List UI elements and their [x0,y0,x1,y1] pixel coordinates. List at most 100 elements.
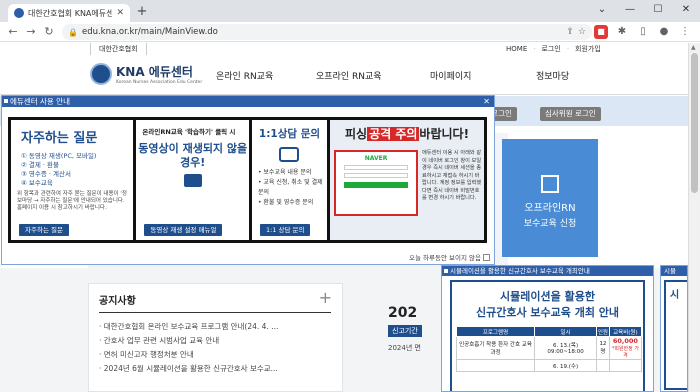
qa-panel: 1:1상담 문의 • 보수교육 내용 문의 • 교육 신청, 취소 및 결제 문… [251,120,327,240]
minimize-button[interactable]: — [616,0,644,20]
scrollbar-thumb[interactable] [691,53,698,193]
chevron-down-icon[interactable]: ⌄ [588,0,616,20]
plus-icon[interactable]: + [319,288,332,307]
notice-item[interactable]: · 2024년 6월 시뮬레이션을 활용한 신규간호사 보수교... [99,362,331,376]
promo-year: 202 [388,305,418,321]
table-header: 프로그램명 [456,326,535,337]
nav-offline-rn[interactable]: 오프라인 RN교육 [316,69,382,82]
edu-guide-popup: 에듀센터 사용 안내 ✕ 자주하는 질문 ① 동영상 재생(PC, 모바일) ②… [1,95,495,265]
reviewer-login-button[interactable]: 심사위원 로그인 [540,107,601,121]
site-logo[interactable]: KNA 에듀센터 Korean Nurses Association Edu C… [90,63,202,85]
reload-button[interactable]: ↻ [42,25,56,39]
popup-titlebar: 에듀센터 사용 안내 ✕ [2,96,494,107]
profile-icon[interactable]: ● [657,25,671,39]
close-window-button[interactable]: ✕ [672,0,700,20]
faq-panel: 자주하는 질문 ① 동영상 재생(PC, 모바일) ② 결제 · 환불 ③ 영수… [11,120,134,240]
extension-icon[interactable]: ■ [594,25,608,39]
signup-link[interactable]: 회원가입 [575,43,601,55]
table-header: 교육비(원) [608,326,643,337]
table-row: 인공호흡기 착용 환자 간호 교육과정 6. 13.(목) 09:00~18:0… [456,336,643,360]
hide-today-option[interactable]: 오늘 하루동안 보이지 않음 [409,252,490,262]
star-icon[interactable]: ☆ [578,27,586,37]
simulation-notice-card[interactable]: 시뮬레이션을 활용한 신규간호사 보수교육 개최 안내 프로그램명 일시 인원 … [450,280,645,391]
lock-icon: 🔒 [68,27,78,37]
video-icon [183,174,202,187]
site-header: KNA 에듀센터 Korean Nurses Association Edu C… [0,55,688,95]
close-icon[interactable]: ✕ [483,96,490,107]
tab-title: 대한간호협회 KNA에듀센터 (교 [28,8,113,18]
offline-card-line1: 오프라인RN [524,203,576,214]
building-icon [541,175,559,193]
logo-subtext: Korean Nurses Association Edu Center [116,80,203,85]
share-icon[interactable]: ⇪ [566,27,574,37]
divider: · [566,45,570,53]
kna-emblem-icon [90,63,112,85]
scroll-up-icon[interactable]: ▲ [691,44,696,51]
offline-rn-card[interactable]: 오프라인RN 보수교육 신청 [502,139,598,257]
fake-login-button [344,182,408,188]
popup-title: 시뮬 [661,266,687,276]
window-controls: ⌄ — ☐ ✕ [588,0,700,20]
notice-panel: 공지사항 + · 대한간호협회 온라인 보수교육 프로그램 안내(24. 4. … [88,283,343,392]
table-header: 일시 [533,326,598,337]
fake-input [344,173,408,178]
promo-tag: 신고기간 [388,325,422,337]
browser-tab[interactable]: 대한간호협회 KNA에듀센터 (교 ✕ [8,4,130,22]
hide-today-label: 오늘 하루동안 보이지 않음 [409,254,481,262]
notice-heading-2: 신규간호사 보수교육 개최 안내 [475,306,620,319]
table-row: 6. 19.(수) [456,359,643,372]
forward-button[interactable]: → [24,25,38,39]
hide-today-checkbox[interactable] [483,253,490,261]
nav-online-rn[interactable]: 온라인 RN교육 [216,69,273,82]
side-popup: 시뮬 시 [660,265,688,392]
promo-sub: 2024년 면 [388,344,421,352]
qa-button[interactable]: 1:1 상담 문의 [259,224,311,236]
sidebar-icon[interactable]: ▯ [636,25,650,39]
faq-list-item: ② 결제 · 환불 [21,161,60,169]
qa-list-item: • 보수교육 내용 문의 [257,169,312,176]
notice-item[interactable]: · 간호사 업무 관련 시범사업 교육 안내 [99,334,331,348]
divider: · [533,45,536,53]
chat-icon [279,147,300,162]
naver-logo: NAVER [364,155,388,162]
side-popup-body[interactable]: 시 [664,280,687,390]
video-top-text: 온라인RN교육 '학습하기' 클릭 시 [142,128,236,136]
nav-info[interactable]: 정보마당 [536,69,569,82]
window-icon [444,269,448,273]
url-text[interactable]: edu.kna.or.kr/main/MainView.do [82,27,562,37]
maximize-button[interactable]: ☐ [644,0,672,20]
popup-content: 자주하는 질문 ① 동영상 재생(PC, 모바일) ② 결제 · 환불 ③ 영수… [8,117,487,243]
utility-bar: 대한간호협회 HOME · 로그인 · 회원가입 [0,43,688,55]
notice-item[interactable]: · 대한간호협회 온라인 보수교육 프로그램 안내(24. 4. ... [99,320,331,334]
fake-input [344,165,408,170]
puzzle-icon[interactable]: ✱ [615,25,629,39]
menu-icon[interactable]: ⋮ [678,25,692,39]
window-icon [4,99,8,103]
back-button[interactable]: ← [6,25,20,39]
home-link[interactable]: HOME [506,43,527,55]
schedule-table: 프로그램명 일시 인원 교육비(원) 인공호흡기 착용 환자 간호 교육과정 6… [456,326,643,372]
address-bar[interactable]: 🔒 edu.kna.or.kr/main/MainView.do ⇪ ☆ [62,24,592,40]
logo-text: KNA 에듀센터 [116,65,193,79]
popup-titlebar: 시뮬레이션을 활용한 신규간호사 보수교육 개최안내 [442,266,653,276]
faq-list-item: ① 동영상 재생(PC, 모바일) [21,152,97,160]
phishing-panel: 피싱 공격 주의 바랍니다! NAVER 에듀센터 이용 시 아래와 같이 네이버 … [330,120,485,240]
nav-mypage[interactable]: 마이페이지 [430,69,471,82]
video-manual-button[interactable]: 동영상 재생 설정 매뉴얼 [144,224,223,236]
faq-description: 위 항목과 관련하여 자주 묻는 질문이 내용이 '정보마당 → 자주하는 질문… [17,191,127,211]
tab-strip: 대한간호협회 KNA에듀센터 (교 ✕ + ⌄ — ☐ ✕ [0,0,700,22]
page-scrollbar[interactable]: ▲ [688,43,700,392]
promo-banner[interactable]: 202 신고기간 2024년 면 [388,305,448,385]
faq-button[interactable]: 자주하는 질문 [19,224,69,236]
notice-heading-1: 시뮬레이션을 활용한 [500,290,595,303]
qa-title: 1:1상담 문의 [258,128,321,140]
kna-link[interactable]: 대한간호협회 [90,43,147,55]
close-tab-icon[interactable]: ✕ [116,8,124,18]
new-tab-button[interactable]: + [134,4,150,20]
notice-item[interactable]: · 면허 미신고자 행정처분 안내 [99,348,331,362]
naver-login-screenshot: NAVER [334,150,418,216]
login-link[interactable]: 로그인 [541,43,560,55]
divider [99,312,331,313]
popup-title: 에듀센터 사용 안내 [10,97,70,106]
offline-card-line2: 보수교육 신청 [523,219,577,229]
